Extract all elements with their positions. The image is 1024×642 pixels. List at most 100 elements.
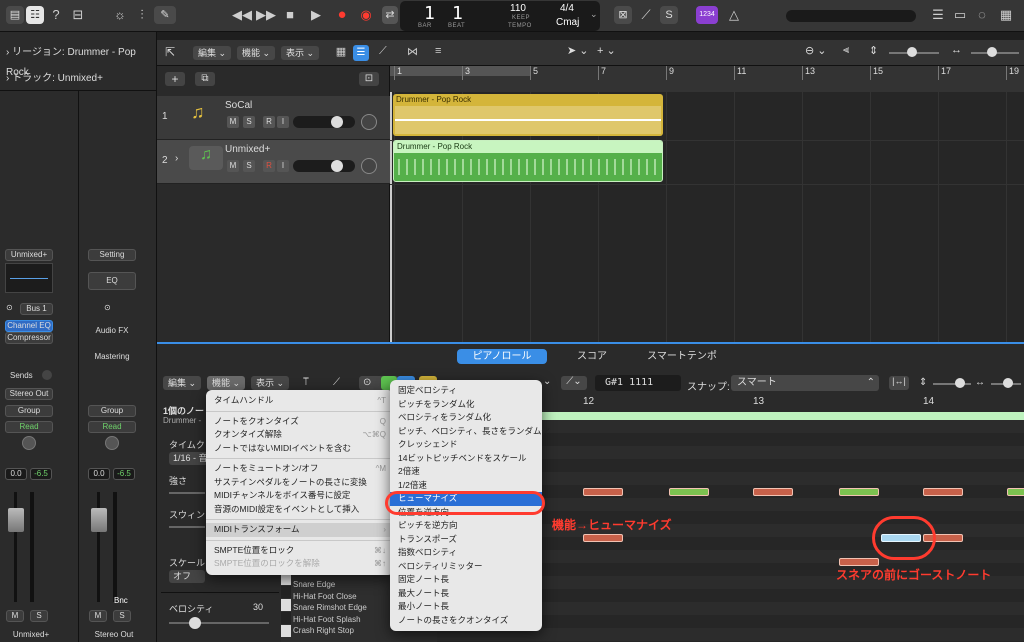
functions-dropdown-menu[interactable]: タイムハンドル ^T ノートをクオンタイズ Q クオンタイズ解除 ⌥⌘Q ノートではないMI… [206, 390, 394, 575]
functions-menu-item[interactable]: 音源のMIDI設定をイベントとして挿入 [206, 503, 394, 517]
strip1-solo[interactable]: S [30, 610, 48, 622]
pointer-tool-icon[interactable]: ➤ ⌄ [567, 44, 589, 57]
cycle-icon[interactable]: ⇄ [382, 6, 398, 24]
track-solo[interactable]: S [243, 116, 255, 128]
midi-note[interactable] [583, 534, 623, 542]
grid-icon[interactable]: ▦ [333, 45, 349, 61]
midi-note[interactable] [839, 488, 879, 496]
strip1-send[interactable]: Bus 1 [20, 303, 53, 315]
track-mute[interactable]: M [227, 160, 239, 172]
track-volume-slider[interactable] [293, 160, 355, 172]
vertical-zoom-slider[interactable] [933, 383, 971, 385]
lcd-display[interactable]: 1 1 BAR BEAT 110 KEEP TEMPO 4/4 Cmaj ⌄ [400, 1, 600, 31]
disclosure-icon[interactable]: › [175, 153, 178, 164]
global-tracks-icon[interactable]: ⊡ [359, 72, 379, 86]
brightness-icon[interactable]: ☼ [112, 7, 128, 23]
stop-icon[interactable]: ■ [282, 7, 298, 23]
track-pan-knob[interactable] [361, 158, 377, 174]
piano-key[interactable] [281, 612, 291, 624]
horizontal-zoom-icon[interactable]: ↔ [951, 44, 962, 56]
transform-menu-item[interactable]: 最大ノート長 [390, 587, 542, 601]
strip2-pan-knob[interactable] [105, 436, 119, 450]
piano-key[interactable] [281, 625, 291, 637]
strip1-fader[interactable] [8, 508, 24, 532]
strip2-solo[interactable]: S [113, 610, 131, 622]
inspector-icon[interactable]: ☷ [26, 6, 44, 24]
editors-icon[interactable]: ✎ [154, 6, 176, 24]
capture-record-icon[interactable]: ◉ [358, 7, 374, 23]
editor-edit-menu[interactable]: 編集 ⌄ [163, 376, 202, 390]
horizontal-zoom-thumb[interactable] [1003, 378, 1013, 388]
scale-select[interactable]: オフ [169, 570, 205, 583]
piano-key[interactable] [281, 573, 291, 585]
collapse-icon[interactable]: ⟙ [303, 377, 309, 388]
fit-icon[interactable]: |↔| [889, 376, 909, 390]
velocity-slider[interactable] [169, 622, 269, 624]
functions-menu-item[interactable]: ノートをミュートオン/オフ ^M [206, 462, 394, 476]
strip1-pan-knob[interactable] [22, 436, 36, 450]
up-arrow-icon[interactable]: ⇱ [165, 45, 175, 59]
forward-icon[interactable]: ▶▶ [256, 7, 276, 23]
track-header-1[interactable]: 1 ♫ SoCal M S R I [157, 96, 390, 140]
strip2-fader[interactable] [91, 508, 107, 532]
mixer-icon[interactable]: ⫶ [134, 7, 150, 23]
vertical-zoom-thumb[interactable] [955, 378, 965, 388]
transform-menu-item[interactable]: 最小ノート長 [390, 600, 542, 614]
strip2-audio-fx[interactable]: Audio FX [88, 326, 136, 335]
tab-smart-tempo[interactable]: スマートテンポ [637, 349, 727, 364]
add-track-button[interactable]: + [165, 72, 185, 86]
arrange-area[interactable]: 1 3 5 7 9 11 13 15 17 19 Drummer - Pop Rock Drumm… [390, 66, 1024, 342]
piano-key[interactable] [281, 599, 291, 611]
transform-menu-item[interactable]: ベロシティをランダム化 [390, 411, 542, 425]
functions-menu-item[interactable]: SMPTE位置のロックを解除 ⌘↑ [206, 557, 394, 571]
strip2-automation[interactable]: Read [88, 421, 136, 433]
flex-icon[interactable]: ⋈ [407, 45, 418, 58]
track-input-monitor[interactable]: I [277, 116, 289, 128]
transform-menu-item[interactable]: ピッチ、ベロシティ、長さをランダム化 [390, 425, 550, 439]
rewind-icon[interactable]: ◀◀ [232, 7, 252, 23]
strip1-mute[interactable]: M [6, 610, 24, 622]
transform-menu-item[interactable]: ピッチを逆方向 [390, 519, 542, 533]
solo-icon[interactable]: S [660, 6, 678, 24]
transform-menu-item[interactable]: ベロシティリミッター [390, 560, 542, 574]
library-icon[interactable]: ▤ [6, 6, 24, 24]
track-record-enable[interactable]: R [263, 116, 275, 128]
toolbar-icon[interactable]: ⊟ [70, 7, 86, 23]
lcd-chevron-icon[interactable]: ⌄ [590, 9, 598, 20]
tracks-edit-menu[interactable]: 編集 ⌄ [193, 46, 232, 60]
track-solo[interactable]: S [243, 160, 255, 172]
tracks-functions-menu[interactable]: 機能 ⌄ [237, 46, 276, 60]
track-pan-knob[interactable] [361, 114, 377, 130]
horizontal-zoom-icon[interactable]: ↔ [975, 377, 985, 388]
marquee-tool-icon[interactable]: + ⌄ [597, 44, 616, 57]
vertical-zoom-thumb[interactable] [907, 47, 917, 57]
transform-menu-item[interactable]: 固定ノート長 [390, 573, 542, 587]
help-icon[interactable]: ? [48, 7, 64, 23]
track1-region[interactable]: Drummer - Pop Rock [393, 94, 663, 136]
midi-note[interactable] [669, 488, 709, 496]
tuner-icon[interactable]: ⟋ [638, 7, 654, 23]
record-icon[interactable]: ● [334, 7, 350, 23]
track-inspector-header[interactable]: › トラック: Unmixed+ [0, 69, 157, 89]
list-editors-icon[interactable]: ☰ [930, 7, 946, 23]
track-mute[interactable]: M [227, 116, 239, 128]
editor-view-menu[interactable]: 表示 ⌄ [251, 376, 290, 390]
list-icon[interactable]: ☰ [353, 45, 369, 61]
functions-menu-item[interactable]: ノートではないMIDIイベントを含む [206, 442, 394, 456]
strip1-plugin1[interactable]: Channel EQ [5, 320, 53, 332]
midi-note[interactable] [753, 488, 793, 496]
loops-icon[interactable]: ◌ [974, 7, 990, 23]
strip2-mute[interactable]: M [89, 610, 107, 622]
pencil-tool-icon[interactable]: ⟋⌄ [561, 376, 587, 390]
region-inspector-header[interactable]: › リージョン: Drummer - Pop Rock [0, 43, 157, 78]
replace-icon[interactable]: ⊠ [614, 6, 632, 24]
strip1-automation[interactable]: Read [5, 421, 53, 433]
vertical-zoom-icon[interactable]: ⇕ [919, 377, 927, 388]
midi-note[interactable] [1007, 488, 1024, 496]
midi-note[interactable] [923, 488, 963, 496]
duplicate-track-icon[interactable]: ⧉ [195, 72, 215, 86]
snap-select[interactable]: スマート ⌃ [731, 375, 879, 391]
track-volume-slider[interactable] [293, 116, 355, 128]
strip2-eq[interactable]: EQ [88, 272, 136, 290]
count-in-badge[interactable]: 1234 [696, 6, 718, 24]
